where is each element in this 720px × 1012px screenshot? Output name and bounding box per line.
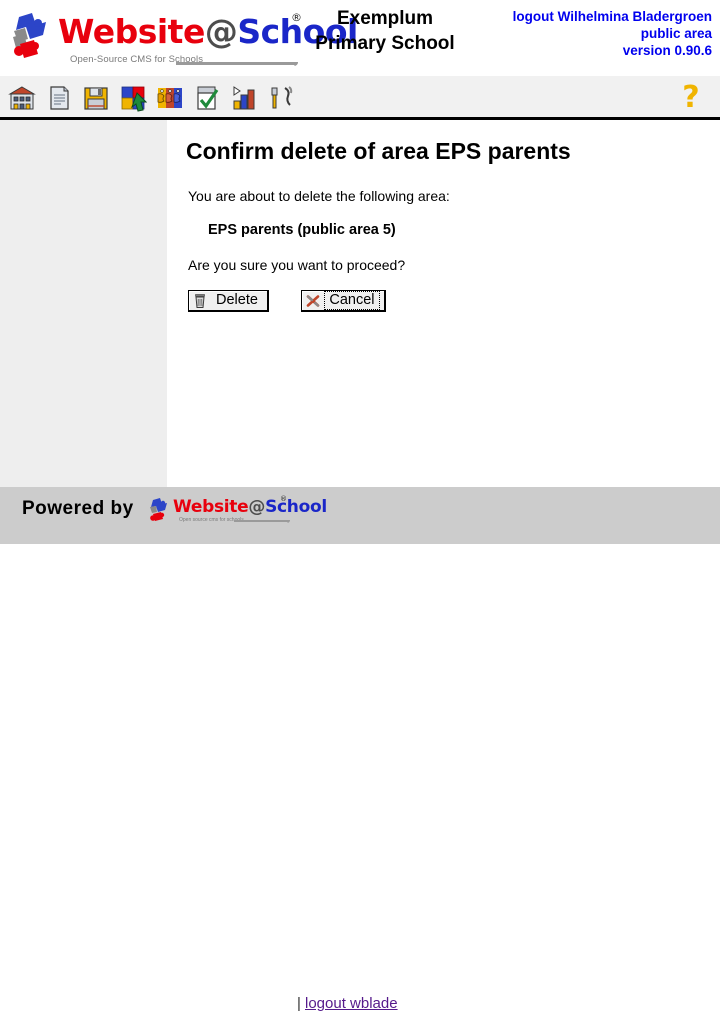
schoolbuilding-icon[interactable] — [8, 84, 36, 112]
cancel-button-label: Cancel — [324, 291, 379, 310]
area-name-value: EPS parents (public area 5) — [208, 222, 396, 238]
trash-icon — [192, 293, 208, 309]
intro-text: You are about to delete the following ar… — [188, 188, 450, 204]
websiteatschool-logo[interactable]: Website@School ® Open-Source CMS for Sch… — [10, 7, 300, 69]
footer-logo-word-website: Website — [173, 497, 248, 517]
footer-logo-word-school: School — [265, 497, 327, 517]
puzzle-logo-icon — [10, 11, 64, 63]
current-area-label: public area — [513, 25, 712, 42]
page-icon[interactable] — [45, 84, 73, 112]
footer-logo-wordmark: Website@School — [173, 497, 327, 517]
footer-logo[interactable]: Website@School ® Open source cms for sch… — [148, 493, 294, 529]
checklist-icon[interactable] — [193, 84, 221, 112]
sidebar-panel — [0, 120, 167, 487]
footer-logo-underline-swoosh — [234, 520, 290, 523]
cancel-button[interactable]: Cancel — [301, 290, 385, 312]
page-title: Confirm delete of area EPS parents — [186, 138, 571, 165]
footer-separator: | — [297, 995, 301, 1012]
footer-puzzle-icon — [148, 497, 176, 524]
logo-underline-swoosh — [176, 62, 298, 66]
users-icon[interactable] — [156, 84, 184, 112]
modules-icon[interactable] — [119, 84, 147, 112]
delete-button[interactable]: Delete — [188, 290, 269, 312]
logout-link[interactable]: logout Wilhelmina Bladergroen — [513, 8, 712, 25]
floppy-save-icon[interactable] — [82, 84, 110, 112]
footer-logo-word-at: @ — [248, 497, 265, 517]
main-content: Confirm delete of area EPS parents You a… — [167, 120, 720, 487]
session-info: logout Wilhelmina Bladergroen public are… — [513, 8, 712, 59]
red-x-icon — [305, 293, 321, 309]
confirm-question: Are you sure you want to proceed? — [188, 257, 405, 273]
main-toolbar: ? — [0, 76, 720, 120]
version-label: version 0.90.6 — [513, 42, 712, 59]
school-name: Exemplum Primary School — [300, 6, 470, 56]
app-window: Website@School ® Open-Source CMS for Sch… — [0, 0, 720, 544]
footer-logo-registered-mark: ® — [280, 495, 287, 503]
powered-by-label: Powered by — [22, 498, 134, 520]
logo-word-website: Website — [58, 12, 205, 51]
school-name-line2: Primary School — [300, 31, 470, 56]
footer-logout-link[interactable]: logout wblade — [305, 995, 398, 1012]
page-header: Website@School ® Open-Source CMS for Sch… — [0, 0, 720, 76]
help-icon[interactable]: ? — [676, 82, 706, 114]
statistics-icon[interactable] — [230, 84, 258, 112]
delete-button-label: Delete — [211, 292, 263, 309]
action-button-row: Delete Cancel — [188, 290, 386, 314]
page-footer: Powered by Website@School ® Open source … — [0, 487, 720, 544]
tools-icon[interactable] — [267, 84, 295, 112]
school-name-line1: Exemplum — [300, 6, 470, 31]
logo-word-at: @ — [205, 12, 238, 51]
